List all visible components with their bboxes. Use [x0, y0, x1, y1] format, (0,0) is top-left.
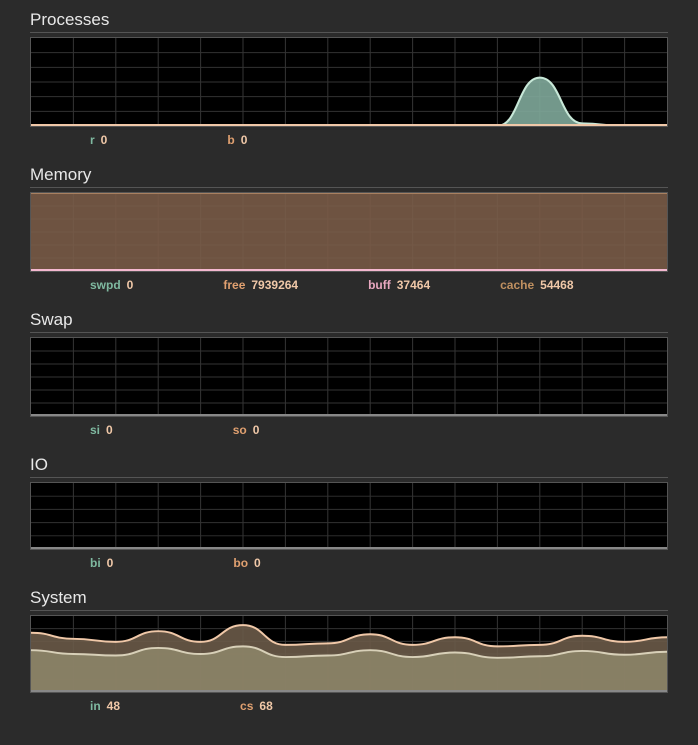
- legend-swap: si0 so0: [30, 417, 668, 437]
- legend-memory: swpd0 free7939264 buff37464 cache54468: [30, 272, 668, 292]
- legend-memory-cache: cache54468: [500, 278, 573, 292]
- legend-swap-si: si0: [90, 423, 113, 437]
- legend-system-cs: cs68: [240, 699, 273, 713]
- legend-io: bi0 bo0: [30, 550, 668, 570]
- legend-system: in48 cs68: [30, 693, 668, 713]
- legend-io-bo: bo0: [233, 556, 260, 570]
- chart-swap: [30, 337, 668, 417]
- panel-memory: Memory swpd0 free7939264 buff37464 cache…: [30, 165, 668, 292]
- legend-processes-r: r0: [90, 133, 107, 147]
- panel-title-processes: Processes: [30, 10, 668, 33]
- chart-io: [30, 482, 668, 550]
- legend-system-in: in48: [90, 699, 120, 713]
- legend-processes: r0 b0: [30, 127, 668, 147]
- chart-system: [30, 615, 668, 693]
- panel-title-swap: Swap: [30, 310, 668, 333]
- legend-io-bi: bi0: [90, 556, 113, 570]
- panel-io: IO bi0 bo0: [30, 455, 668, 570]
- legend-swap-so: so0: [233, 423, 260, 437]
- panel-swap: Swap si0 so0: [30, 310, 668, 437]
- panel-system: System in48 cs68: [30, 588, 668, 713]
- legend-memory-buff: buff37464: [368, 278, 430, 292]
- chart-memory: [30, 192, 668, 272]
- panel-title-io: IO: [30, 455, 668, 478]
- panel-title-system: System: [30, 588, 668, 611]
- legend-processes-b: b0: [227, 133, 247, 147]
- legend-memory-swpd: swpd0: [90, 278, 133, 292]
- legend-memory-free: free7939264: [223, 278, 298, 292]
- panel-title-memory: Memory: [30, 165, 668, 188]
- chart-processes: [30, 37, 668, 127]
- panel-processes: Processes r0 b0: [30, 10, 668, 147]
